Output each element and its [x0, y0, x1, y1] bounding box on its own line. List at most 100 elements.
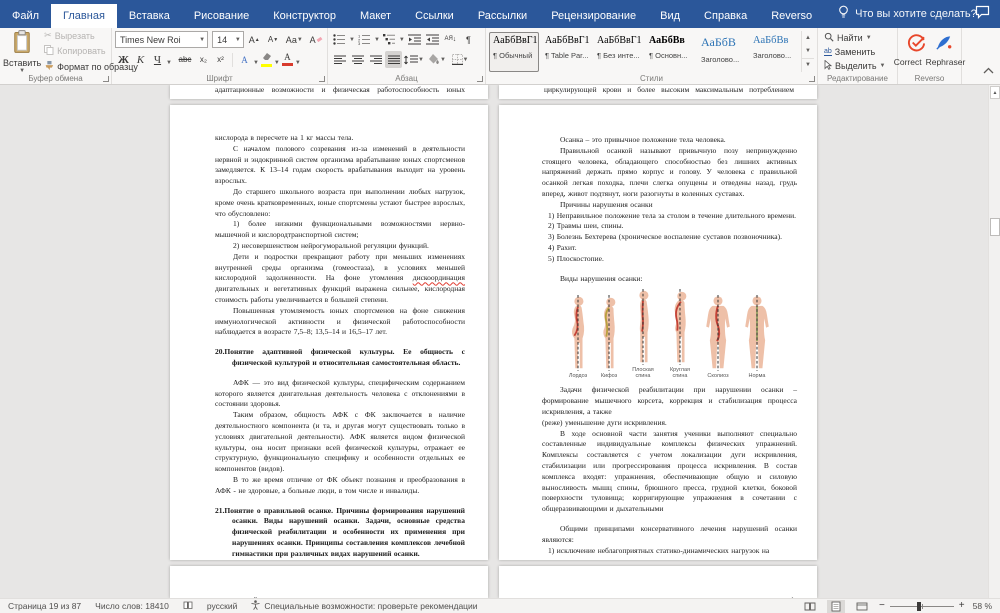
paragraph[interactable]: 21.Понятие о правильной осанке. Причины …: [215, 506, 465, 560]
paragraph[interactable]: Дети и подростки прекращают работу при м…: [215, 252, 465, 306]
word-count-indicator[interactable]: Число слов: 18410: [95, 601, 169, 611]
next-page-right-top[interactable]: с отягощениями и др.): [499, 566, 817, 598]
language-indicator[interactable]: русский: [207, 601, 238, 611]
ribbon-tab[interactable]: Рассылки: [466, 4, 539, 28]
numbering-button[interactable]: 123: [356, 31, 373, 48]
paragraph[interactable]: Задачи физической реабилитации при наруш…: [542, 385, 797, 417]
style-card[interactable]: АаБбВв ¶ Основн...: [645, 32, 695, 72]
style-card[interactable]: АаБбВ Заголово...: [697, 32, 747, 72]
multilevel-caret[interactable]: ▼: [399, 37, 405, 43]
styles-scroll-down[interactable]: ▼: [802, 44, 814, 57]
sort-button[interactable]: АЯ ↓: [442, 31, 459, 48]
paragraph[interactable]: 20.Понятие адаптивной физической культур…: [215, 347, 465, 369]
proofing-status[interactable]: [183, 601, 193, 612]
collapse-ribbon-button[interactable]: [979, 28, 1000, 84]
scrollbar-thumb[interactable]: [990, 218, 1000, 236]
paragraph[interactable]: 2) несовершенством нейрогуморальной регу…: [215, 241, 465, 252]
bold-button[interactable]: Ж: [115, 51, 132, 68]
correct-label[interactable]: Correct: [894, 57, 922, 67]
ribbon-tab[interactable]: Конструктор: [261, 4, 348, 28]
paragraph[interactable]: кислорода в пересчете на 1 кг массы тела…: [215, 133, 465, 144]
shrink-font-button[interactable]: А ▼: [265, 31, 282, 48]
font-size-combobox[interactable]: 14 ▼: [212, 31, 244, 48]
paragraph[interactable]: Причины нарушения осанки: [542, 200, 797, 211]
page-right[interactable]: Осанка – это привычное положение тела че…: [499, 105, 817, 560]
style-card[interactable]: АаБбВвГ1 ¶ Без инте...: [593, 32, 643, 72]
paragraph[interactable]: Осанка – это привычное положение тела че…: [542, 135, 797, 146]
align-left-button[interactable]: [331, 51, 348, 68]
italic-button[interactable]: К: [132, 51, 149, 68]
replace-button[interactable]: ab Заменить: [821, 46, 894, 58]
justify-button[interactable]: [385, 51, 402, 68]
superscript-button[interactable]: x²: [212, 51, 229, 68]
underline-button[interactable]: Ч: [149, 51, 166, 68]
ribbon-tab[interactable]: Вставка: [117, 4, 182, 28]
ribbon-tab[interactable]: Рисование: [182, 4, 261, 28]
subscript-button[interactable]: x₂: [195, 51, 212, 68]
bullets-button[interactable]: [331, 31, 348, 48]
ribbon-tab[interactable]: Главная: [51, 4, 117, 28]
change-case-button[interactable]: Аа ▼: [283, 31, 305, 48]
scroll-up-button[interactable]: ▲: [990, 86, 1000, 99]
increase-indent-button[interactable]: [424, 31, 441, 48]
zoom-in-button[interactable]: +: [959, 601, 965, 611]
text-effects-button[interactable]: А: [236, 51, 253, 68]
clear-formatting-button[interactable]: А: [307, 31, 324, 48]
ribbon-tab[interactable]: Макет: [348, 4, 403, 28]
paragraph[interactable]: В то же время отличие от ФК объект позна…: [215, 475, 465, 497]
font-name-combobox[interactable]: Times New Roi ▼: [115, 31, 209, 48]
paragraph[interactable]: Общими принципами консервативного лечени…: [542, 524, 797, 546]
grow-font-button[interactable]: А ▲: [246, 31, 263, 48]
paragraph[interactable]: 5) Плоскостопие.: [542, 254, 797, 265]
styles-scroll-up[interactable]: ▲: [802, 31, 814, 44]
document-canvas[interactable]: адаптационные возможности и физическая р…: [0, 85, 988, 598]
paragraph[interactable]: Виды нарушения осанки:: [542, 274, 797, 285]
ribbon-tab[interactable]: Справка: [692, 4, 759, 28]
zoom-track[interactable]: [889, 601, 954, 611]
paragraph[interactable]: 4) Рахит.: [542, 243, 797, 254]
paragraph[interactable]: В ходе основной части занятия ученики вы…: [542, 429, 797, 515]
web-layout-button[interactable]: [853, 600, 871, 613]
paragraph[interactable]: С началом полового созревания из-за изме…: [215, 144, 465, 187]
spelling-error-word[interactable]: дискоординация: [413, 273, 465, 282]
align-right-button[interactable]: [367, 51, 384, 68]
zoom-out-button[interactable]: −: [879, 601, 885, 611]
select-button[interactable]: Выделить ▼: [821, 59, 894, 73]
font-color-caret[interactable]: ▼: [295, 60, 301, 66]
ribbon-tab[interactable]: Вид: [648, 4, 692, 28]
ribbon-tab[interactable]: Ссылки: [403, 4, 466, 28]
posture-types-figure[interactable]: Лордоз Кифоз Плоская спина Круглая спина…: [542, 289, 797, 379]
style-card[interactable]: АаБбВвГ1 ¶ Обычный: [489, 32, 539, 72]
paste-button[interactable]: Вставить ▼: [3, 29, 41, 74]
tell-me-box[interactable]: Что вы хотите сделать?: [838, 0, 977, 28]
strikethrough-button[interactable]: abc: [175, 51, 195, 68]
find-button[interactable]: Найти ▼: [821, 31, 894, 45]
read-mode-button[interactable]: [801, 600, 819, 613]
bullets-caret[interactable]: ▼: [349, 37, 355, 43]
line-spacing-button[interactable]: ▼: [403, 51, 425, 68]
accessibility-checker[interactable]: Специальные возможности: проверьте реком…: [251, 600, 478, 612]
paragraph[interactable]: Таким образом, общность АФК с ФК заключа…: [215, 410, 465, 475]
zoom-percentage[interactable]: 58 %: [973, 601, 992, 611]
font-color-button[interactable]: А: [280, 52, 295, 67]
align-center-button[interactable]: [349, 51, 366, 68]
paragraph[interactable]: Повышенная утомляемость юных спортсменов…: [215, 306, 465, 338]
print-layout-button[interactable]: [826, 599, 845, 613]
paragraph[interactable]: (реже) уменьшение дуги искривления.: [542, 418, 797, 429]
next-page-left-top[interactable]: позвоночный отдел позвоночника: [170, 566, 488, 598]
previous-page-left-bottom[interactable]: адаптационные возможности и физическая р…: [170, 85, 488, 99]
rephraser-label[interactable]: Rephraser: [926, 57, 966, 67]
previous-page-right-bottom[interactable]: циркулирующей крови и более высоким макс…: [499, 85, 817, 99]
style-card[interactable]: АаБбВвГ1 ¶ Table Par...: [541, 32, 591, 72]
page-number-indicator[interactable]: Страница 19 из 87: [8, 601, 81, 611]
paragraph[interactable]: 1) более низкими функциональными возможн…: [215, 219, 465, 241]
underline-dropdown-caret[interactable]: ▼: [166, 60, 172, 66]
ribbon-tab[interactable]: Файл: [0, 4, 51, 28]
zoom-slider[interactable]: − +: [879, 601, 965, 611]
paragraph[interactable]: 1) исключение неблагоприятных статико-ди…: [542, 546, 797, 557]
paste-dropdown-caret[interactable]: ▼: [19, 68, 25, 74]
shading-button[interactable]: ▼: [426, 51, 448, 68]
numbering-caret[interactable]: ▼: [374, 37, 380, 43]
reverso-rephraser-icon[interactable]: [934, 33, 953, 54]
paragraph[interactable]: 3) Болезнь Бехтерева (хроническое воспал…: [542, 232, 797, 243]
